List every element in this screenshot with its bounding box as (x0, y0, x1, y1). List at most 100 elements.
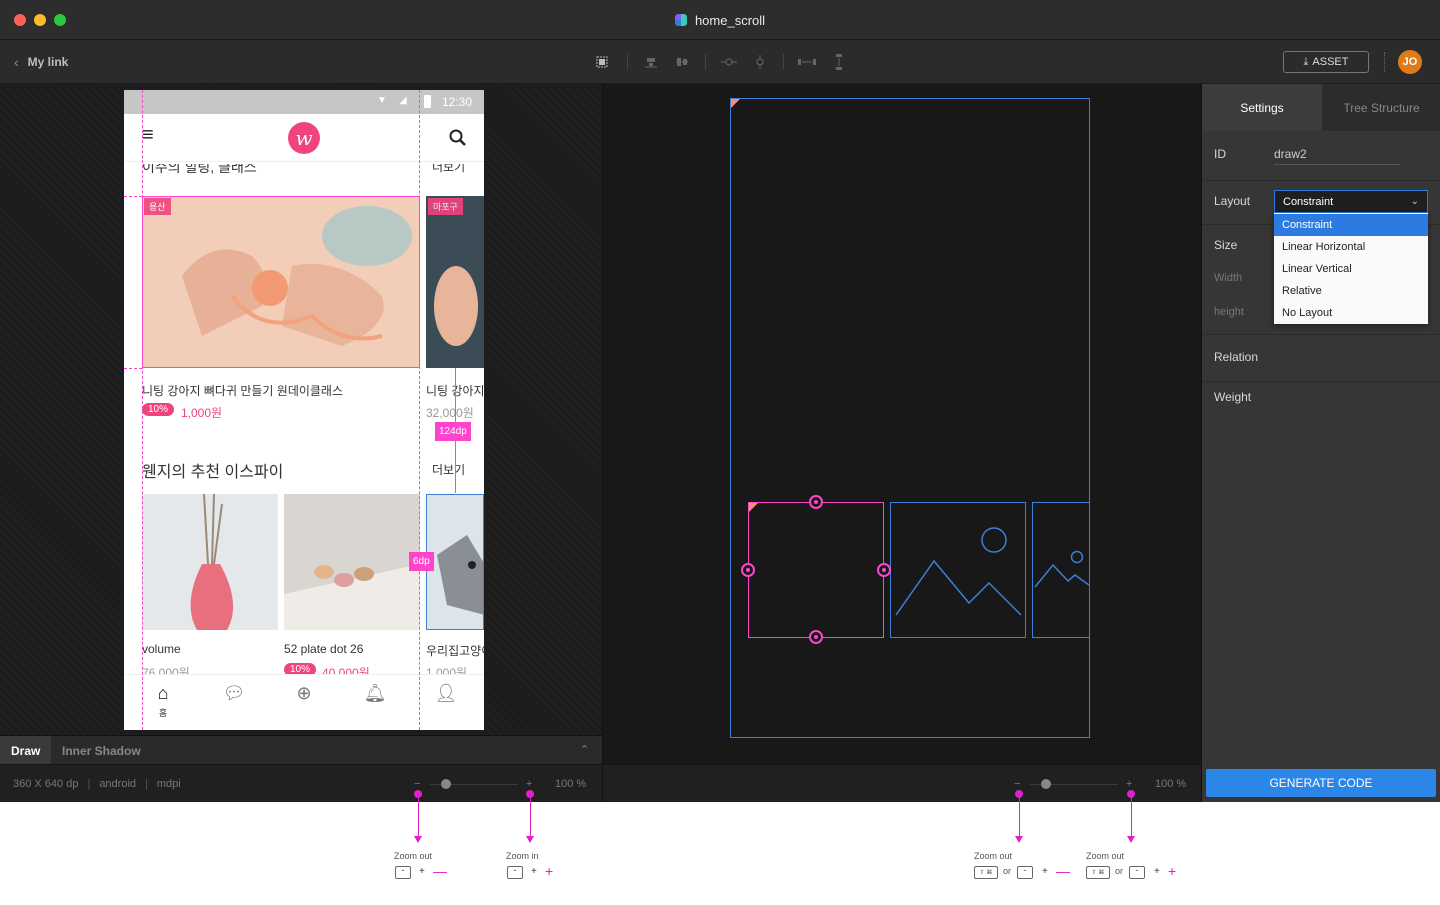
align-center-icon[interactable] (672, 52, 692, 72)
tab-tree-structure[interactable]: Tree Structure (1322, 84, 1440, 131)
dimension-label: 124dp (435, 422, 471, 441)
toolbar: ‹ My link ⤓ ASSET JO (0, 40, 1440, 84)
annotation-plus: + (419, 866, 425, 877)
tab-settings[interactable]: Settings (1202, 84, 1322, 131)
nav-home[interactable]: ⌂ 홈 (143, 683, 183, 723)
zoom-slider-knob[interactable] (441, 779, 451, 789)
plus-icon: + (545, 863, 554, 879)
select-frame-icon[interactable] (592, 52, 612, 72)
user-avatar[interactable]: JO (1398, 50, 1422, 74)
annotation-or: or (1003, 866, 1012, 876)
tab-inner-shadow[interactable]: Inner Shadow (51, 736, 152, 765)
size-label: Size (1214, 238, 1238, 252)
cat-photo (427, 495, 483, 629)
ctrl-key-icon: ⌃ (1017, 866, 1033, 879)
phone-preview: ▼ ◢ 12:30 ≡ w 이주의 힐링, 클래스 더보기 용산 마포구 니팅 … (124, 90, 484, 730)
nav-add[interactable]: ⊕ (284, 683, 324, 723)
search-icon[interactable] (448, 128, 468, 148)
back-label: My link (27, 55, 69, 69)
nav-home-label: 홈 (158, 708, 168, 718)
device-size: 360 X 640 dp (13, 778, 79, 790)
space-vertical-icon[interactable] (829, 52, 849, 72)
distribute-vertical-icon[interactable] (750, 52, 770, 72)
chevron-down-icon: ⌄ (1410, 196, 1419, 207)
layout-option[interactable]: No Layout (1274, 302, 1428, 324)
chevron-up-icon[interactable]: ⌃ (580, 743, 589, 756)
app-logo-icon (674, 14, 687, 26)
annotation-or: or (1115, 866, 1124, 876)
menu-icon[interactable]: ≡ (142, 124, 154, 147)
resize-handle-bottom[interactable] (809, 630, 823, 644)
ctrl-key-icon: ⌃ (1129, 866, 1145, 879)
generate-code-label: GENERATE CODE (1269, 776, 1373, 790)
app-bar: ≡ w (124, 114, 484, 162)
title-bar: home_scroll (0, 0, 1440, 40)
card2-price: 32,000원 (426, 406, 474, 420)
resize-handle-top[interactable] (809, 495, 823, 509)
resize-handle-left[interactable] (741, 563, 755, 577)
asset-button[interactable]: ⤓ ASSET (1283, 51, 1369, 73)
annotation-plus: + (1042, 866, 1048, 877)
canvas-frame[interactable] (730, 98, 1090, 738)
section1-more[interactable]: 더보기 (432, 164, 465, 174)
layout-option[interactable]: Relative (1274, 280, 1428, 302)
image-placeholder[interactable] (890, 502, 1026, 638)
ctrl-key-icon: ⌃ (395, 866, 411, 879)
zoom-slider-knob[interactable] (1041, 779, 1051, 789)
bell-icon: 🔔︎ (363, 683, 387, 703)
tab-draw[interactable]: Draw (0, 736, 52, 765)
product3-image[interactable] (426, 494, 484, 630)
relation-label: Relation (1214, 350, 1259, 364)
toolbar-divider (627, 54, 628, 70)
left-footer: 360 X 640 dp | android | mdpi − + 100 % (0, 764, 602, 802)
section2-more[interactable]: 더보기 (432, 461, 465, 478)
image-placeholder-icon (895, 527, 1022, 616)
product2-image[interactable] (284, 494, 420, 630)
card2-image[interactable] (426, 196, 484, 368)
image-placeholder[interactable] (1032, 502, 1090, 638)
frame-corner-marker (731, 99, 740, 108)
dimension-label: 6dp (409, 552, 434, 571)
ctrl-key-icon: ⌃ (507, 866, 523, 879)
chevron-left-icon: ‹ (14, 54, 19, 70)
annotation-plus: + (531, 866, 537, 877)
annotation-line (418, 796, 419, 836)
app-logo: w (288, 122, 320, 154)
layout-option[interactable]: Linear Horizontal (1274, 236, 1428, 258)
arrow-down-icon (1015, 836, 1023, 843)
layout-option[interactable]: Constraint (1274, 214, 1428, 236)
generate-code-button[interactable]: GENERATE CODE (1206, 769, 1436, 797)
nav-profile[interactable]: 👤︎ (426, 683, 466, 723)
asset-label: ASSET (1312, 56, 1349, 68)
avatar-initials: JO (1402, 56, 1418, 68)
product1-image[interactable] (142, 494, 278, 630)
annotation-label: Zoom out (974, 851, 1013, 861)
section1-title: 이주의 힐링, 클래스 (142, 164, 257, 174)
battery-icon (424, 95, 431, 108)
card1-title: 니팅 강아지 뼈다귀 만들기 원데이클래스 (142, 384, 344, 398)
nav-notifications[interactable]: 🔔︎ (355, 683, 395, 723)
id-field[interactable]: draw2 (1274, 147, 1307, 161)
nav-chat[interactable]: 💬︎ (214, 683, 254, 723)
tab-tree-label: Tree Structure (1343, 100, 1420, 115)
layout-select[interactable]: Constraint ⌄ (1274, 190, 1428, 213)
toolbar-divider (1384, 52, 1385, 72)
annotation-line (1019, 796, 1020, 836)
align-bottom-icon[interactable] (641, 52, 661, 72)
product1-name: volume (142, 642, 181, 656)
shift-cmd-key-icon: ⇧ ⌘ (1086, 866, 1110, 879)
device-info: 360 X 640 dp | android | mdpi (13, 778, 181, 790)
pane-divider[interactable] (602, 84, 603, 802)
space-horizontal-icon[interactable] (797, 52, 817, 72)
width-label: Width (1214, 272, 1243, 284)
layout-option[interactable]: Linear Vertical (1274, 258, 1428, 280)
user-icon: 👤︎ (434, 683, 458, 703)
selected-element[interactable] (748, 502, 884, 638)
guide-line (142, 90, 143, 730)
guide-line (419, 90, 420, 730)
guide-line (124, 368, 142, 369)
distribute-horizontal-icon[interactable] (719, 52, 739, 72)
resize-handle-right[interactable] (877, 563, 891, 577)
height-label: height (1214, 306, 1244, 318)
back-button[interactable]: ‹ My link (14, 40, 68, 84)
